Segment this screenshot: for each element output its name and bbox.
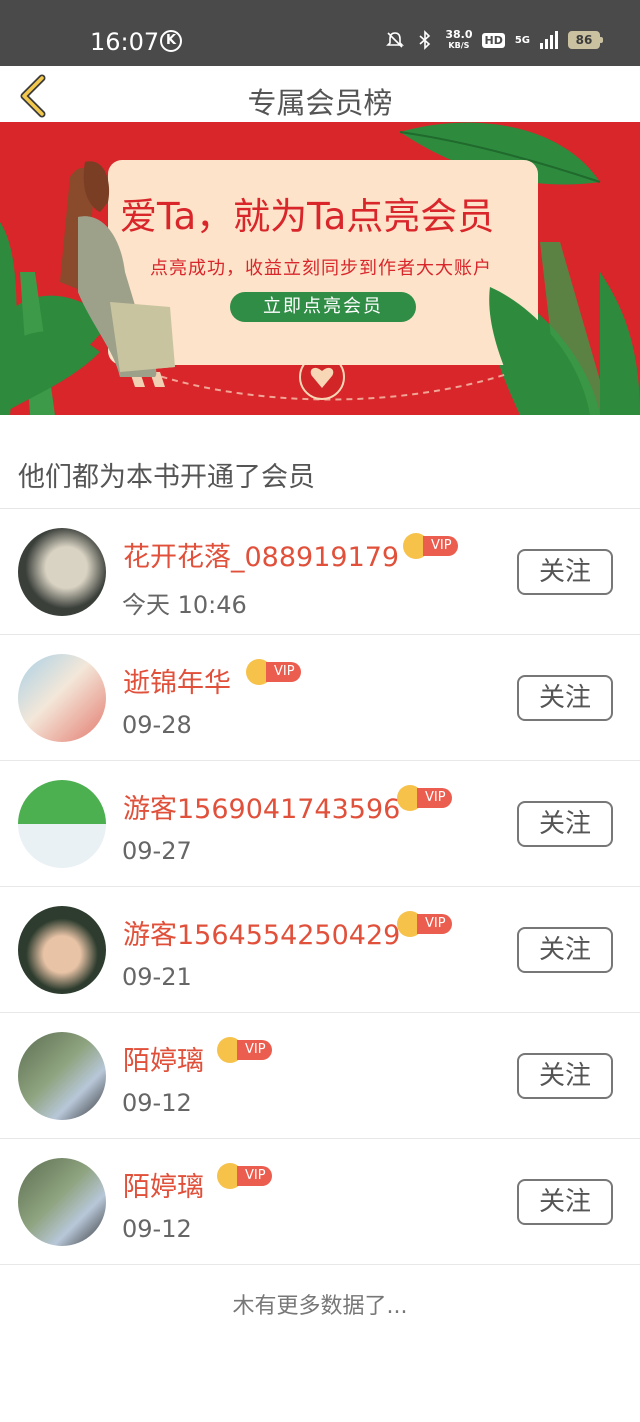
k-app-icon: K (160, 30, 182, 52)
member-name[interactable]: 游客1564554250429 (123, 913, 400, 952)
member-time: 今天 10:46 (122, 591, 247, 619)
avatar[interactable] (18, 780, 106, 868)
mute-bell-icon (386, 32, 405, 48)
member-name[interactable]: 花开花落_088919179 (123, 535, 399, 574)
member-list: 花开花落_088919179 VIP 今天 10:46 关注 逝锦年华 VIP … (0, 509, 640, 1265)
vip-label: VIP (423, 536, 458, 556)
network-type: 5G (514, 34, 530, 46)
status-bar: 16:07 K 38.0 KB/S HD 5G 86 (0, 0, 640, 66)
hd-badge: HD (482, 32, 505, 48)
follow-button[interactable]: 关注 (517, 927, 613, 973)
vip-label: VIP (237, 1166, 272, 1186)
member-name[interactable]: 游客1569041743596 (123, 787, 400, 826)
follow-button[interactable]: 关注 (517, 1179, 613, 1225)
status-icons: 38.0 KB/S HD 5G 86 (385, 29, 603, 51)
member-row[interactable]: 陌婷璃 VIP 09-12 关注 (0, 1139, 640, 1265)
banner-subtitle: 点亮成功，收益立刻同步到作者大大账户 (150, 258, 492, 279)
section-title: 他们都为本书开通了会员 (18, 462, 315, 493)
vip-label: VIP (417, 914, 452, 934)
member-time: 09-27 (122, 837, 192, 865)
member-row[interactable]: 游客1569041743596 VIP 09-27 关注 (0, 761, 640, 887)
avatar[interactable] (18, 1032, 106, 1120)
member-row[interactable]: 游客1564554250429 VIP 09-21 关注 (0, 887, 640, 1013)
follow-button[interactable]: 关注 (517, 675, 613, 721)
avatar[interactable] (18, 528, 106, 616)
banner-title: 爱Ta，就为Ta点亮会员 (120, 195, 495, 238)
vip-label: VIP (237, 1040, 272, 1060)
member-row[interactable]: 花开花落_088919179 VIP 今天 10:46 关注 (0, 509, 640, 635)
signal-icon (540, 31, 558, 49)
vip-label: VIP (266, 662, 301, 682)
member-time: 09-28 (122, 711, 192, 739)
status-time: 16:07 (90, 28, 160, 56)
member-row[interactable]: 陌婷璃 VIP 09-12 关注 (0, 1013, 640, 1139)
follow-button[interactable]: 关注 (517, 801, 613, 847)
battery-indicator: 86 (568, 31, 603, 49)
member-row[interactable]: 逝锦年华 VIP 09-28 关注 (0, 635, 640, 761)
promo-banner[interactable]: 爱Ta，就为Ta点亮会员 点亮成功，收益立刻同步到作者大大账户 立即点亮会员 (0, 122, 640, 415)
speed-unit: KB/S (448, 41, 470, 50)
light-up-vip-button[interactable]: 立即点亮会员 (230, 292, 416, 322)
member-name[interactable]: 逝锦年华 (123, 661, 231, 700)
nav-bar: 专属会员榜 (0, 66, 640, 122)
member-name[interactable]: 陌婷璃 (123, 1165, 204, 1204)
follow-button[interactable]: 关注 (517, 549, 613, 595)
avatar[interactable] (18, 906, 106, 994)
avatar[interactable] (18, 1158, 106, 1246)
speed-value: 38.0 (445, 28, 473, 41)
vip-label: VIP (417, 788, 452, 808)
member-time: 09-21 (122, 963, 192, 991)
avatar[interactable] (18, 654, 106, 742)
no-more-data-text: 木有更多数据了... (232, 1294, 408, 1319)
bluetooth-icon (419, 30, 431, 50)
network-speed: 38.0 KB/S (445, 29, 472, 51)
page-title: 专属会员榜 (247, 86, 393, 120)
follow-button[interactable]: 关注 (517, 1053, 613, 1099)
member-name[interactable]: 陌婷璃 (123, 1039, 204, 1078)
member-time: 09-12 (122, 1215, 192, 1243)
member-time: 09-12 (122, 1089, 192, 1117)
